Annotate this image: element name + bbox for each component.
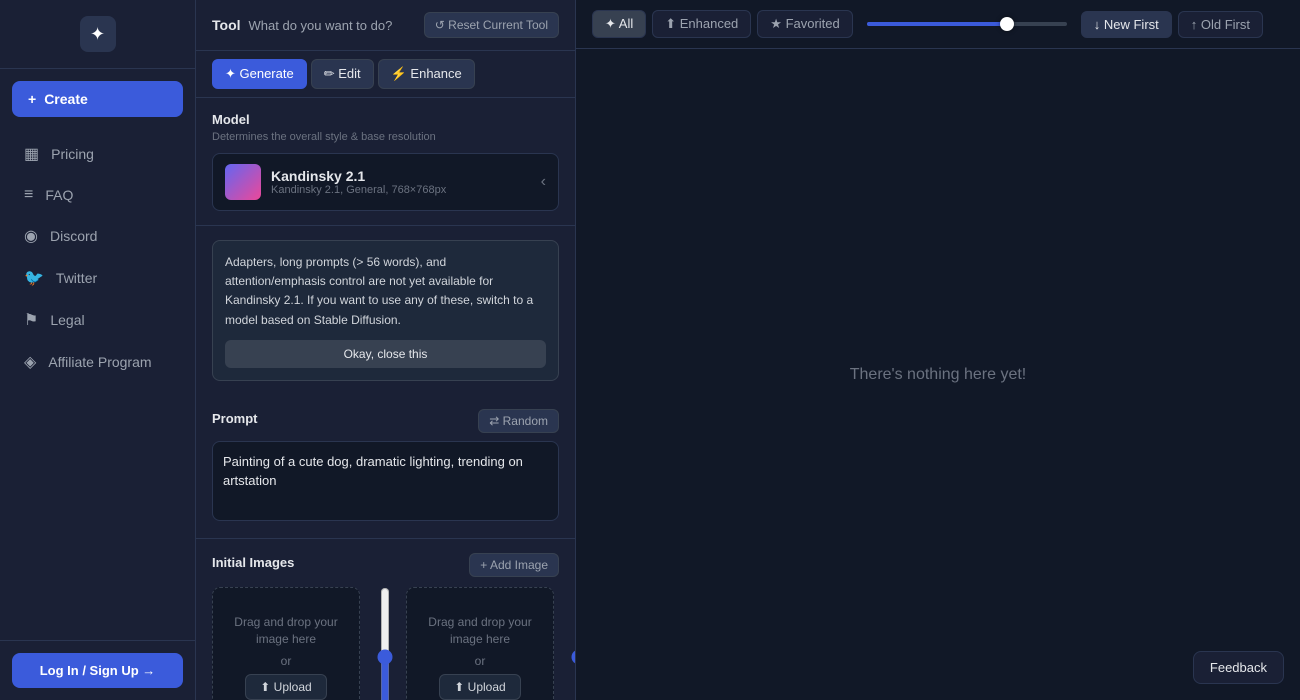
drop-slot-wrapper-2: Drag and drop your image here or ⬆ Uploa… bbox=[406, 587, 554, 700]
faq-icon: ≡ bbox=[24, 186, 33, 204]
images-header: Initial Images + Add Image bbox=[212, 553, 559, 577]
quality-slider[interactable] bbox=[867, 22, 1067, 26]
sidebar-item-pricing[interactable]: ▦ Pricing bbox=[8, 134, 187, 174]
drop-slot-2[interactable]: Drag and drop your image here or ⬆ Uploa… bbox=[406, 587, 554, 700]
model-name: Kandinsky 2.1 bbox=[271, 168, 446, 184]
sidebar-item-affiliate[interactable]: ◈ Affiliate Program bbox=[8, 342, 187, 382]
model-section-label: Model bbox=[212, 112, 559, 127]
sidebar-login-button[interactable]: Log In / Sign Up → bbox=[12, 653, 183, 688]
twitter-icon: 🐦 bbox=[24, 268, 44, 288]
plus-icon: + bbox=[28, 91, 36, 107]
create-button[interactable]: + Create bbox=[12, 81, 183, 117]
sidebar-item-discord[interactable]: ◉ Discord bbox=[8, 216, 187, 256]
chevron-left-icon: ‹ bbox=[541, 173, 546, 191]
sidebar-bottom: Log In / Sign Up → bbox=[0, 640, 195, 700]
logo-icon: ✦ bbox=[80, 16, 116, 52]
sidebar-item-twitter[interactable]: 🐦 Twitter bbox=[8, 258, 187, 298]
filter-enhanced-button[interactable]: ⬆ Enhanced bbox=[652, 10, 751, 38]
slider-wrapper-1: 1.0 bbox=[376, 587, 394, 700]
generate-button[interactable]: ✦ Generate bbox=[212, 59, 307, 89]
discord-icon: ◉ bbox=[24, 226, 38, 246]
edit-button[interactable]: ✏ Edit bbox=[311, 59, 374, 89]
warning-text: Adapters, long prompts (> 56 words), and… bbox=[225, 255, 533, 327]
legal-icon: ⚑ bbox=[24, 310, 38, 330]
prompt-textarea[interactable] bbox=[212, 441, 559, 521]
ok-close-button[interactable]: Okay, close this bbox=[225, 340, 546, 368]
enhance-button[interactable]: ⚡ Enhance bbox=[378, 59, 475, 89]
model-section: Model Determines the overall style & bas… bbox=[196, 98, 575, 226]
sidebar-item-faq[interactable]: ≡ FAQ bbox=[8, 176, 187, 214]
prompt-section: Prompt ⇄ Random bbox=[196, 395, 575, 539]
tool-question: What do you want to do? bbox=[249, 18, 393, 33]
drop-slot-wrapper-1: Drag and drop your image here or ⬆ Uploa… bbox=[212, 587, 360, 700]
tool-header: Tool What do you want to do? ↺ Reset Cur… bbox=[196, 0, 575, 51]
model-desc: Kandinsky 2.1, General, 768×768px bbox=[271, 184, 446, 196]
slider-fill bbox=[867, 22, 1007, 26]
sidebar-logo: ✦ bbox=[0, 0, 195, 69]
drop-text-1: Drag and drop your image here bbox=[225, 614, 347, 648]
sidebar-nav: ▦ Pricing ≡ FAQ ◉ Discord 🐦 Twitter ⚑ Le… bbox=[0, 129, 195, 640]
gallery-panel: ✦ All ⬆ Enhanced ★ Favorited ↓ New First… bbox=[576, 0, 1300, 700]
slider-thumb bbox=[1000, 17, 1014, 31]
feedback-button[interactable]: Feedback bbox=[1193, 651, 1284, 684]
prompt-header: Prompt ⇄ Random bbox=[212, 409, 559, 433]
sort-old-first-button[interactable]: ↑ Old First bbox=[1178, 11, 1263, 38]
image-drop-area: Drag and drop your image here or ⬆ Uploa… bbox=[212, 587, 559, 700]
drop-slot-1[interactable]: Drag and drop your image here or ⬆ Uploa… bbox=[212, 587, 360, 700]
image-slider-1[interactable] bbox=[376, 587, 394, 700]
gallery-empty: There's nothing here yet! bbox=[576, 49, 1300, 700]
sort-new-first-button[interactable]: ↓ New First bbox=[1081, 11, 1172, 38]
random-button[interactable]: ⇄ Random bbox=[478, 409, 559, 433]
affiliate-icon: ◈ bbox=[24, 352, 36, 372]
sidebar: ✦ + Create ▦ Pricing ≡ FAQ ◉ Discord 🐦 T… bbox=[0, 0, 196, 700]
or-text-2: or bbox=[475, 654, 486, 668]
or-text-1: or bbox=[281, 654, 292, 668]
tool-panel: Tool What do you want to do? ↺ Reset Cur… bbox=[196, 0, 576, 700]
model-info: Kandinsky 2.1 Kandinsky 2.1, General, 76… bbox=[271, 168, 446, 196]
model-card[interactable]: Kandinsky 2.1 Kandinsky 2.1, General, 76… bbox=[212, 153, 559, 211]
reset-tool-button[interactable]: ↺ Reset Current Tool bbox=[424, 12, 559, 38]
upload-button-2[interactable]: ⬆ Upload bbox=[439, 674, 520, 700]
initial-images-section: Initial Images + Add Image Drag and drop… bbox=[196, 539, 575, 700]
sidebar-item-legal[interactable]: ⚑ Legal bbox=[8, 300, 187, 340]
tool-label: Tool bbox=[212, 17, 241, 33]
pricing-icon: ▦ bbox=[24, 144, 39, 164]
upload-button-1[interactable]: ⬆ Upload bbox=[245, 674, 326, 700]
warning-box: Adapters, long prompts (> 56 words), and… bbox=[212, 240, 559, 381]
filter-favorited-button[interactable]: ★ Favorited bbox=[757, 10, 852, 38]
filter-all-button[interactable]: ✦ All bbox=[592, 10, 646, 38]
tool-actions: ✦ Generate ✏ Edit ⚡ Enhance bbox=[196, 51, 575, 98]
drop-text-2: Drag and drop your image here bbox=[419, 614, 541, 648]
initial-images-label: Initial Images bbox=[212, 555, 294, 570]
gallery-header: ✦ All ⬆ Enhanced ★ Favorited ↓ New First… bbox=[576, 0, 1300, 49]
add-image-button[interactable]: + Add Image bbox=[469, 553, 559, 577]
model-section-sub: Determines the overall style & base reso… bbox=[212, 131, 559, 143]
model-avatar bbox=[225, 164, 261, 200]
prompt-label: Prompt bbox=[212, 411, 258, 426]
